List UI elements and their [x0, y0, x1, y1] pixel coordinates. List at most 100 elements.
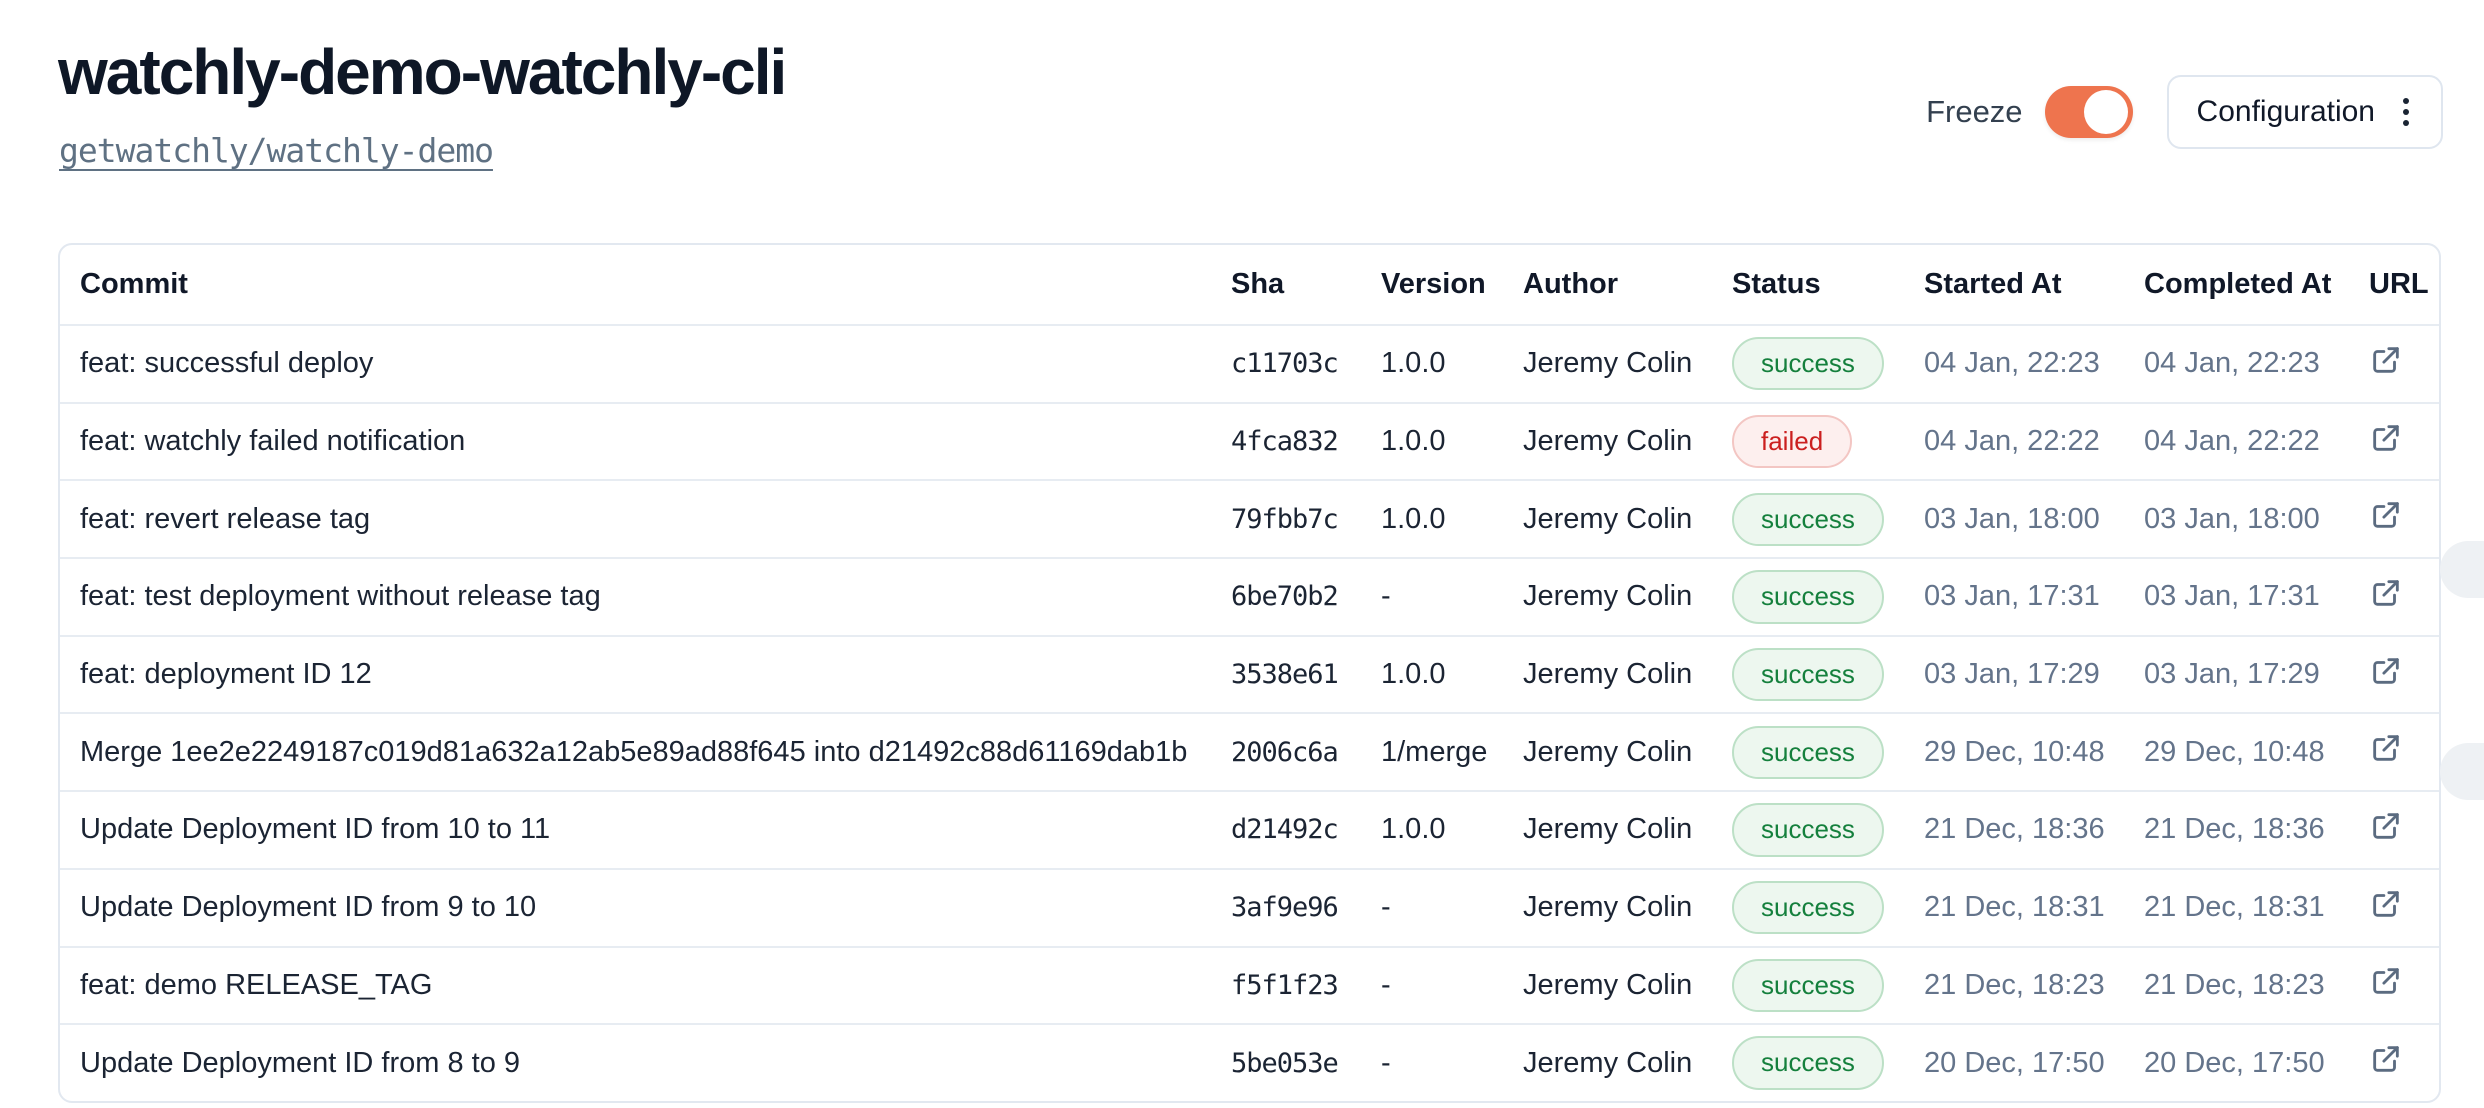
configuration-button[interactable]: Configuration	[2167, 75, 2443, 149]
url-cell	[2369, 731, 2439, 773]
external-link[interactable]	[2369, 887, 2403, 921]
status-cell: success	[1732, 881, 1924, 934]
commit-cell: feat: revert release tag	[60, 503, 1231, 536]
table-row: feat: deployment ID 123538e611.0.0Jeremy…	[60, 637, 2439, 715]
status-badge: success	[1732, 337, 1884, 390]
url-cell	[2369, 343, 2439, 385]
completed-at-cell: 03 Jan, 17:31	[2144, 580, 2369, 613]
table-row: Update Deployment ID from 10 to 11d21492…	[60, 792, 2439, 870]
table-row: Update Deployment ID from 8 to 95be053e-…	[60, 1025, 2439, 1103]
configuration-label: Configuration	[2197, 95, 2375, 129]
started-at-cell: 29 Dec, 10:48	[1924, 736, 2144, 769]
external-link[interactable]	[2369, 576, 2403, 610]
deployments-page: watchly-demo-watchly-cli getwatchly/watc…	[0, 0, 2484, 1108]
status-badge: success	[1732, 570, 1884, 623]
version-cell: -	[1381, 969, 1523, 1002]
table-row: feat: revert release tag79fbb7c1.0.0Jere…	[60, 481, 2439, 559]
url-cell	[2369, 498, 2439, 540]
status-cell: success	[1732, 570, 1924, 623]
url-cell	[2369, 421, 2439, 463]
external-link-icon	[2369, 1042, 2403, 1076]
author-cell: Jeremy Colin	[1523, 813, 1732, 846]
column-header-version: Version	[1381, 268, 1523, 301]
status-cell: success	[1732, 1036, 1924, 1089]
status-cell: failed	[1732, 415, 1924, 468]
external-link[interactable]	[2369, 731, 2403, 765]
sha-cell: c11703c	[1231, 348, 1381, 379]
sha-cell: d21492c	[1231, 814, 1381, 845]
sha-cell: 2006c6a	[1231, 737, 1381, 768]
author-cell: Jeremy Colin	[1523, 425, 1732, 458]
external-link[interactable]	[2369, 654, 2403, 688]
status-badge: success	[1732, 648, 1884, 701]
version-cell: 1.0.0	[1381, 425, 1523, 458]
commit-cell: Update Deployment ID from 8 to 9	[60, 1047, 1231, 1080]
author-cell: Jeremy Colin	[1523, 658, 1732, 691]
sha-cell: 5be053e	[1231, 1048, 1381, 1079]
table-row: Update Deployment ID from 9 to 103af9e96…	[60, 870, 2439, 948]
kebab-icon	[2401, 96, 2411, 128]
external-link[interactable]	[2369, 343, 2403, 377]
sha-cell: 79fbb7c	[1231, 504, 1381, 535]
url-cell	[2369, 654, 2439, 696]
started-at-cell: 04 Jan, 22:23	[1924, 347, 2144, 380]
external-link-icon	[2369, 576, 2403, 610]
table-body: feat: successful deployc11703c1.0.0Jerem…	[60, 326, 2439, 1103]
table-row: Merge 1ee2e2249187c019d81a632a12ab5e89ad…	[60, 714, 2439, 792]
status-badge: success	[1732, 493, 1884, 546]
floating-edge-tab[interactable]	[2440, 541, 2484, 598]
completed-at-cell: 21 Dec, 18:23	[2144, 969, 2369, 1002]
status-cell: success	[1732, 726, 1924, 779]
sha-cell: f5f1f23	[1231, 970, 1381, 1001]
header-controls: Freeze Configuration	[1926, 75, 2443, 149]
version-cell: -	[1381, 580, 1523, 613]
deployments-table: Commit Sha Version Author Status Started…	[58, 243, 2441, 1103]
author-cell: Jeremy Colin	[1523, 503, 1732, 536]
external-link[interactable]	[2369, 498, 2403, 532]
version-cell: 1.0.0	[1381, 658, 1523, 691]
completed-at-cell: 03 Jan, 17:29	[2144, 658, 2369, 691]
started-at-cell: 04 Jan, 22:22	[1924, 425, 2144, 458]
sha-cell: 3538e61	[1231, 659, 1381, 690]
commit-cell: Update Deployment ID from 10 to 11	[60, 813, 1231, 846]
external-link-icon	[2369, 809, 2403, 843]
external-link[interactable]	[2369, 421, 2403, 455]
started-at-cell: 03 Jan, 17:29	[1924, 658, 2144, 691]
url-cell	[2369, 1042, 2439, 1084]
started-at-cell: 21 Dec, 18:36	[1924, 813, 2144, 846]
freeze-toggle[interactable]	[2045, 86, 2133, 138]
column-header-url: URL	[2369, 268, 2439, 301]
author-cell: Jeremy Colin	[1523, 347, 1732, 380]
external-link[interactable]	[2369, 964, 2403, 998]
column-header-sha: Sha	[1231, 268, 1381, 301]
version-cell: 1.0.0	[1381, 813, 1523, 846]
commit-cell: feat: demo RELEASE_TAG	[60, 969, 1231, 1002]
status-cell: success	[1732, 803, 1924, 856]
status-badge: success	[1732, 726, 1884, 779]
version-cell: 1/merge	[1381, 736, 1523, 769]
author-cell: Jeremy Colin	[1523, 580, 1732, 613]
author-cell: Jeremy Colin	[1523, 736, 1732, 769]
version-cell: 1.0.0	[1381, 503, 1523, 536]
external-link[interactable]	[2369, 809, 2403, 843]
commit-cell: feat: successful deploy	[60, 347, 1231, 380]
floating-edge-tab[interactable]	[2440, 743, 2484, 800]
commit-cell: feat: deployment ID 12	[60, 658, 1231, 691]
external-link[interactable]	[2369, 1042, 2403, 1076]
external-link-icon	[2369, 498, 2403, 532]
status-cell: success	[1732, 959, 1924, 1012]
author-cell: Jeremy Colin	[1523, 969, 1732, 1002]
url-cell	[2369, 576, 2439, 618]
url-cell	[2369, 809, 2439, 851]
repo-link[interactable]: getwatchly/watchly-demo	[59, 131, 493, 170]
freeze-label: Freeze	[1926, 94, 2022, 130]
started-at-cell: 20 Dec, 17:50	[1924, 1047, 2144, 1080]
page-title: watchly-demo-watchly-cli	[58, 40, 785, 104]
status-cell: success	[1732, 648, 1924, 701]
table-row: feat: test deployment without release ta…	[60, 559, 2439, 637]
sha-cell: 6be70b2	[1231, 581, 1381, 612]
external-link-icon	[2369, 731, 2403, 765]
external-link-icon	[2369, 343, 2403, 377]
column-header-status: Status	[1732, 268, 1924, 301]
column-header-completed-at: Completed At	[2144, 268, 2369, 301]
